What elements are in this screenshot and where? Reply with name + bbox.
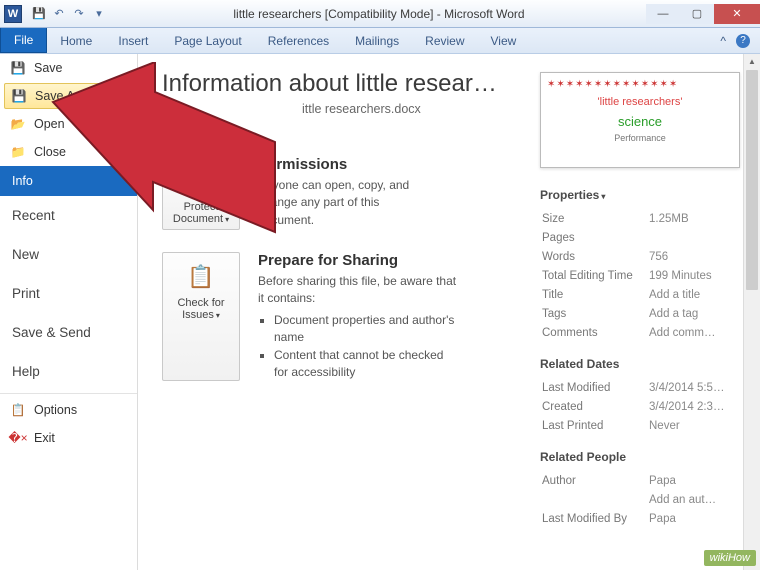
tab-insert[interactable]: Insert <box>105 28 161 53</box>
save-as-icon: 💾 <box>11 88 27 104</box>
thumb-title: 'little researchers' <box>547 96 733 108</box>
prop-row: TitleAdd a title <box>542 286 746 303</box>
sidebar-close[interactable]: 📁 Close <box>0 138 137 166</box>
tab-review[interactable]: Review <box>412 28 477 53</box>
maximize-button[interactable]: ▢ <box>680 4 714 24</box>
prop-row: Total Editing Time199 Minutes <box>542 267 746 284</box>
document-path: ittle researchers.docx <box>162 102 522 116</box>
sidebar-label: Info <box>12 174 33 188</box>
sidebar-info[interactable]: Info <box>0 166 137 196</box>
prop-row: Size1.25MB <box>542 210 746 227</box>
close-doc-icon: 📁 <box>10 144 26 160</box>
minimize-ribbon-icon[interactable]: ^ <box>720 34 726 48</box>
sidebar-label: Exit <box>34 431 55 445</box>
properties-panel: ✶✶✶✶✶✶✶✶✶✶✶✶✶✶ 'little researchers' scie… <box>530 54 760 570</box>
prop-row: AuthorPapa <box>542 472 746 489</box>
help-icon[interactable]: ? <box>736 34 750 48</box>
sidebar-print[interactable]: Print <box>0 274 137 313</box>
permissions-text: Anyone can open, copy, and change any pa… <box>258 177 438 229</box>
thumb-subtitle: science <box>547 114 733 129</box>
chevron-down-icon: ▾ <box>601 192 605 201</box>
backstage-sidebar: 💾Save 💾Save As 📂Open 📁Close Info Recent … <box>0 54 138 570</box>
vertical-scrollbar[interactable]: ▲ ▼ <box>743 54 760 570</box>
sidebar-label: Open <box>34 117 65 131</box>
thumb-line: Performance <box>547 133 733 143</box>
scroll-up-icon[interactable]: ▲ <box>744 54 760 70</box>
tab-mailings[interactable]: Mailings <box>342 28 412 53</box>
dropdown-caret-icon: ▾ <box>216 311 220 320</box>
protect-document-button[interactable]: 🔐 Protect Document▾ <box>162 156 240 230</box>
tab-file[interactable]: File <box>0 28 47 53</box>
tab-page-layout[interactable]: Page Layout <box>161 28 254 53</box>
sidebar-label: Save & Send <box>12 325 91 340</box>
related-dates-heading: Related Dates <box>540 357 748 371</box>
info-panel: Information about little resear… ittle r… <box>138 54 530 570</box>
prepare-text: Before sharing this file, be aware that … <box>258 273 458 308</box>
sidebar-options[interactable]: 📋 Options <box>0 396 137 424</box>
sidebar-label: Print <box>12 286 40 301</box>
minimize-button[interactable]: — <box>646 4 680 24</box>
sidebar-new[interactable]: New <box>0 235 137 274</box>
word-app-icon: W <box>4 5 22 23</box>
prop-row: Last Modified ByPapa <box>542 510 746 527</box>
sidebar-label: Recent <box>12 208 55 223</box>
sidebar-open[interactable]: 📂 Open <box>0 110 137 138</box>
lock-icon: 🔐 <box>183 165 219 197</box>
sidebar-save-as[interactable]: 💾 Save As <box>4 83 133 109</box>
checklist-icon: 📋 <box>183 261 219 293</box>
title-bar: W 💾 ↶ ↷ ▾ little researchers [Compatibil… <box>0 0 760 28</box>
sidebar-label: Options <box>34 403 77 417</box>
dropdown-caret-icon: ▾ <box>225 215 229 224</box>
window-title: little researchers [Compatibility Mode] … <box>112 7 646 21</box>
prop-row: Created3/4/2014 2:3… <box>542 398 746 415</box>
issue-item: Content that cannot be checked for acces… <box>274 347 458 382</box>
prop-row: Last Modified3/4/2014 5:5… <box>542 379 746 396</box>
dates-table: Last Modified3/4/2014 5:5… Created3/4/20… <box>540 377 748 436</box>
prop-row: CommentsAdd comm… <box>542 324 746 341</box>
save-disk-icon: 💾 <box>10 60 26 76</box>
open-folder-icon: 📂 <box>10 116 26 132</box>
tab-view[interactable]: View <box>478 28 530 53</box>
sidebar-label: Save <box>34 61 63 75</box>
sidebar-save[interactable]: 💾 Save <box>0 54 137 82</box>
button-label: Protect Document <box>173 201 223 225</box>
save-icon[interactable]: 💾 <box>32 7 46 21</box>
sidebar-label: New <box>12 247 39 262</box>
prop-row: Last PrintedNever <box>542 417 746 434</box>
sidebar-help[interactable]: Help <box>0 352 137 391</box>
exit-icon: �× <box>10 430 26 446</box>
close-window-button[interactable]: ✕ <box>714 4 760 24</box>
sidebar-label: Help <box>12 364 40 379</box>
options-icon: 📋 <box>10 402 26 418</box>
qat-dropdown-icon[interactable]: ▾ <box>92 7 106 21</box>
properties-table: Size1.25MB Pages Words756 Total Editing … <box>540 208 748 343</box>
sidebar-exit[interactable]: �× Exit <box>0 424 137 452</box>
check-issues-button[interactable]: 📋 Check for Issues▾ <box>162 252 240 381</box>
undo-icon[interactable]: ↶ <box>52 7 66 21</box>
quick-access-toolbar: 💾 ↶ ↷ ▾ <box>26 7 112 21</box>
scrollbar-thumb[interactable] <box>746 70 758 290</box>
sidebar-recent[interactable]: Recent <box>0 196 137 235</box>
sidebar-label: Save As <box>35 89 81 103</box>
prepare-heading: Prepare for Sharing <box>258 252 458 269</box>
people-table: AuthorPapa Add an aut… Last Modified ByP… <box>540 470 748 529</box>
related-people-heading: Related People <box>540 450 748 464</box>
prop-row: Pages <box>542 229 746 246</box>
tab-home[interactable]: Home <box>47 28 105 53</box>
tab-references[interactable]: References <box>255 28 342 53</box>
info-heading: Information about little resear… <box>162 70 502 98</box>
wikihow-watermark: wikiHow <box>704 550 756 566</box>
prop-row: Add an aut… <box>542 491 746 508</box>
sidebar-save-send[interactable]: Save & Send <box>0 313 137 352</box>
redo-icon[interactable]: ↷ <box>72 7 86 21</box>
prop-row: Words756 <box>542 248 746 265</box>
ribbon-tabs: File Home Insert Page Layout References … <box>0 28 760 54</box>
properties-heading[interactable]: Properties▾ <box>540 188 748 202</box>
permissions-heading: Permissions <box>258 156 438 173</box>
thumb-decor: ✶✶✶✶✶✶✶✶✶✶✶✶✶✶ <box>547 79 733 90</box>
document-thumbnail[interactable]: ✶✶✶✶✶✶✶✶✶✶✶✶✶✶ 'little researchers' scie… <box>540 72 740 168</box>
sidebar-label: Close <box>34 145 66 159</box>
prop-row: TagsAdd a tag <box>542 305 746 322</box>
issue-item: Document properties and author's name <box>274 312 458 347</box>
